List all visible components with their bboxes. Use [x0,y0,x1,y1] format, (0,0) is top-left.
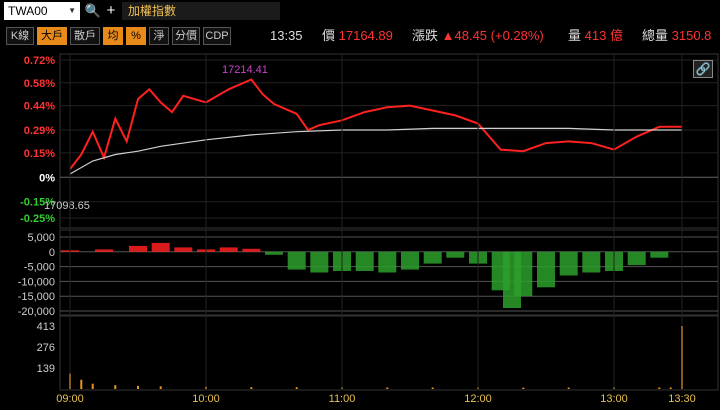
intraday-chart[interactable]: 0.72%0.58%0.44%0.29%0.15%0%-0.15%-0.25%1… [0,0,720,410]
net-bar [650,251,669,258]
net-bar [265,251,283,255]
net-bar [151,242,170,252]
panel-frame [59,315,719,391]
net-bar [355,251,374,271]
volume-bar [80,379,83,389]
high-annotation: 17214.41 [222,64,268,76]
x-tick-label: 10:00 [192,393,220,405]
y-tick-label: 0.29% [24,125,55,137]
y-tick-label: 0.15% [24,148,55,160]
volume-bar [522,387,525,389]
net-bar [242,248,261,252]
net-bar [423,251,442,264]
y-tick-label: -0.25% [20,213,55,225]
net-bar [310,251,329,273]
volume-bar [567,387,570,389]
volume-bar [91,383,94,389]
net-bar [514,251,533,297]
y-tick-label: -20,000 [18,306,55,318]
net-bar [378,251,397,273]
low-annotation: 17098.65 [44,200,90,212]
x-tick-label: 13:30 [668,393,696,405]
net-bar [129,245,147,252]
net-bar [559,251,578,276]
price-line [69,78,682,170]
volume-bar [137,385,139,389]
volume-bar [250,387,253,389]
x-tick-label: 11:00 [329,393,356,405]
net-bar [446,251,465,258]
y-tick-label: 0.58% [24,78,55,90]
volume-bar [658,387,661,389]
volume-bar [386,387,389,389]
link-icon[interactable]: 🔗 [693,60,713,78]
net-bar [537,251,555,288]
y-tick-label: 0% [39,172,55,184]
y-tick-label: -15,000 [18,291,55,303]
y-tick-label: -10,000 [18,276,55,288]
y-tick-label: 5,000 [27,232,55,244]
y-tick-label: -5,000 [24,262,55,274]
net-bar [287,251,306,270]
volume-bar [431,387,434,389]
net-bar [582,251,601,273]
volume-bar [159,386,162,389]
average-line [69,127,682,175]
y-tick-label: 0.72% [24,55,55,67]
net-bar [174,247,193,252]
net-bar [401,251,419,270]
x-tick-label: 09:00 [56,393,84,405]
y-tick-label: 139 [37,363,55,375]
y-tick-label: 0 [49,247,55,259]
y-tick-label: 0.44% [24,101,55,113]
x-tick-label: 12:00 [464,393,492,405]
y-tick-label: 276 [37,342,55,354]
net-bar [627,251,646,266]
volume-bar [669,387,672,389]
volume-bar [114,385,117,389]
net-bar [95,249,113,252]
y-tick-label: 413 [37,321,55,333]
volume-bar [295,387,298,389]
net-bar [219,247,238,252]
x-tick-label: 13:00 [600,393,628,405]
